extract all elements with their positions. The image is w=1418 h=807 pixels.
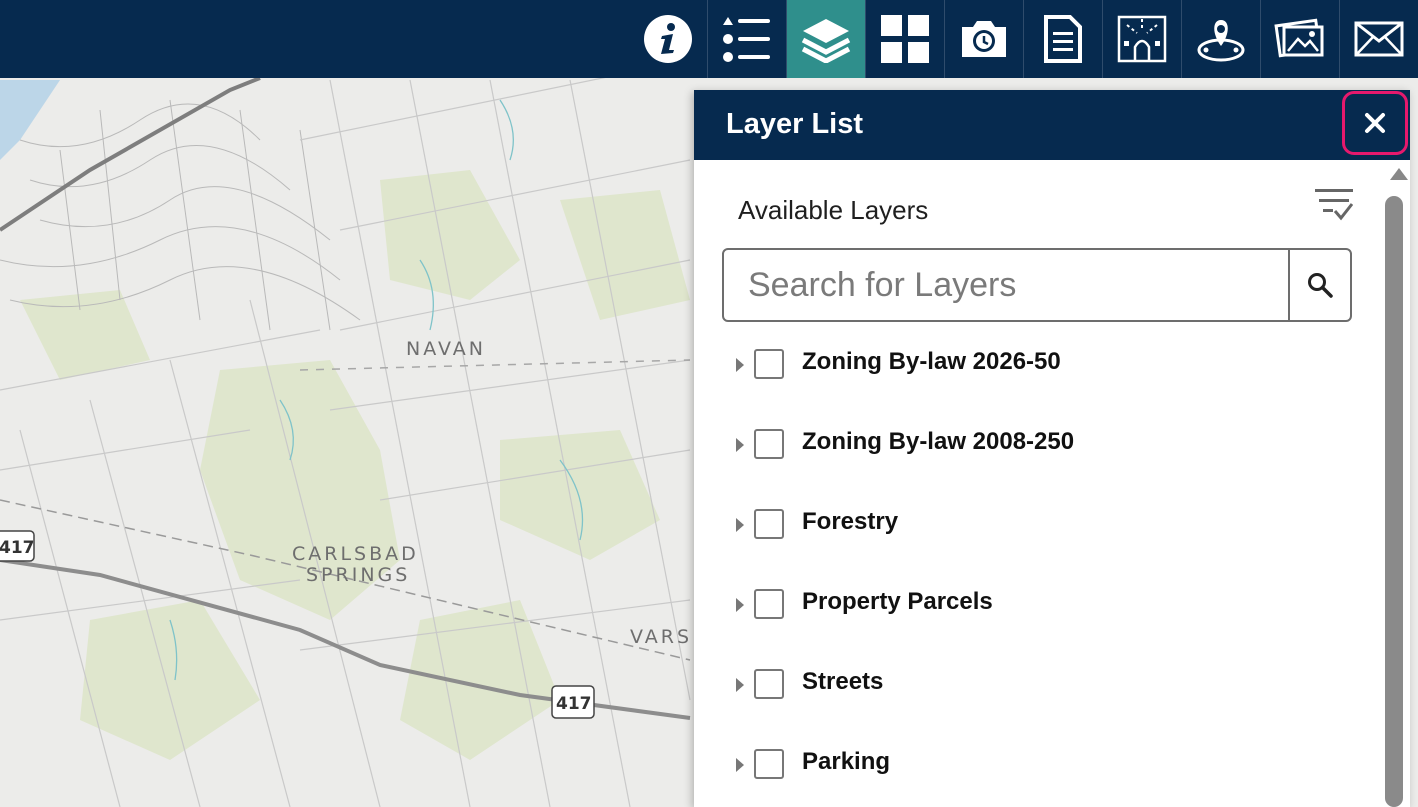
scrollbar-thumb[interactable] — [1385, 196, 1403, 807]
map-label-navan: NAVAN — [406, 338, 486, 360]
layer-checkbox[interactable] — [754, 429, 784, 459]
map-label-carlsbad: CARLSBAD — [292, 543, 419, 565]
layer-label[interactable]: Property Parcels — [802, 588, 993, 616]
layer-list-panel: Layer List Available Layers Search for L… — [694, 90, 1410, 807]
gallery-button[interactable] — [1260, 0, 1339, 78]
expand-arrow-icon[interactable] — [736, 438, 744, 452]
layer-item-property-parcels: Property Parcels — [694, 568, 1384, 648]
basemap-button[interactable] — [865, 0, 944, 78]
layers-button[interactable] — [786, 0, 865, 78]
filter-check-icon — [1315, 189, 1353, 221]
expand-arrow-icon[interactable] — [736, 758, 744, 772]
close-button[interactable] — [1342, 91, 1408, 155]
highway-shield-east: 417 — [551, 685, 595, 719]
camera-clock-icon — [962, 21, 1006, 57]
document-icon — [1044, 15, 1082, 63]
grid-icon — [881, 15, 929, 63]
layer-label[interactable]: Streets — [802, 668, 883, 696]
expand-arrow-icon[interactable] — [736, 598, 744, 612]
layer-checkbox[interactable] — [754, 349, 784, 379]
svg-text:417: 417 — [0, 538, 35, 558]
location-button[interactable] — [1181, 0, 1260, 78]
search-input[interactable] — [724, 250, 1288, 320]
search-button[interactable] — [1288, 250, 1350, 320]
expand-arrow-icon[interactable] — [736, 518, 744, 532]
layer-search-box — [722, 248, 1352, 322]
layer-item-forestry: Forestry — [694, 488, 1384, 568]
map-label-vars: VARS — [630, 626, 692, 648]
layer-item-zoning-2026-50: Zoning By-law 2026-50 — [694, 328, 1384, 408]
info-icon — [643, 15, 692, 63]
toolbar-buttons — [628, 0, 1418, 78]
layer-list: Zoning By-law 2026-50 Zoning By-law 2008… — [694, 328, 1384, 807]
email-button[interactable] — [1339, 0, 1418, 78]
layer-checkbox[interactable] — [754, 749, 784, 779]
site-plan-icon — [1117, 15, 1167, 63]
photos-icon — [1274, 18, 1324, 58]
layer-checkbox[interactable] — [754, 669, 784, 699]
layer-label[interactable]: Forestry — [802, 508, 898, 536]
site-plan-button[interactable] — [1102, 0, 1181, 78]
layer-label[interactable]: Parking — [802, 748, 890, 776]
scroll-up-arrow-icon[interactable] — [1390, 168, 1408, 180]
panel-scrollbar[interactable] — [1384, 160, 1410, 807]
layer-item-streets: Streets — [694, 648, 1384, 728]
layer-label[interactable]: Zoning By-law 2026-50 — [802, 348, 1061, 376]
panel-title: Layer List — [726, 108, 863, 140]
legend-button[interactable] — [707, 0, 786, 78]
map-label-springs: SPRINGS — [306, 564, 410, 586]
expand-arrow-icon[interactable] — [736, 678, 744, 692]
available-layers-label: Available Layers — [738, 195, 929, 225]
close-icon — [1365, 113, 1385, 133]
expand-arrow-icon[interactable] — [736, 358, 744, 372]
map-pin-icon — [1197, 20, 1245, 62]
info-button[interactable] — [628, 0, 707, 78]
layers-icon — [801, 19, 851, 63]
list-icon — [723, 17, 770, 62]
panel-header: Layer List — [694, 90, 1410, 160]
highway-shield-west: 417 — [0, 530, 35, 562]
report-button[interactable] — [1023, 0, 1102, 78]
search-icon — [1308, 273, 1333, 298]
svg-text:417: 417 — [556, 694, 592, 714]
layer-item-parking: Parking — [694, 728, 1384, 807]
snapshot-button[interactable] — [944, 0, 1023, 78]
layer-label[interactable]: Zoning By-law 2008-250 — [802, 428, 1074, 456]
layer-checkbox[interactable] — [754, 509, 784, 539]
panel-body: Available Layers Zoning By-la — [694, 160, 1384, 807]
filter-button[interactable] — [1312, 184, 1356, 224]
top-toolbar — [0, 0, 1418, 78]
layer-item-zoning-2008-250: Zoning By-law 2008-250 — [694, 408, 1384, 488]
envelope-icon — [1354, 21, 1404, 57]
layer-checkbox[interactable] — [754, 589, 784, 619]
